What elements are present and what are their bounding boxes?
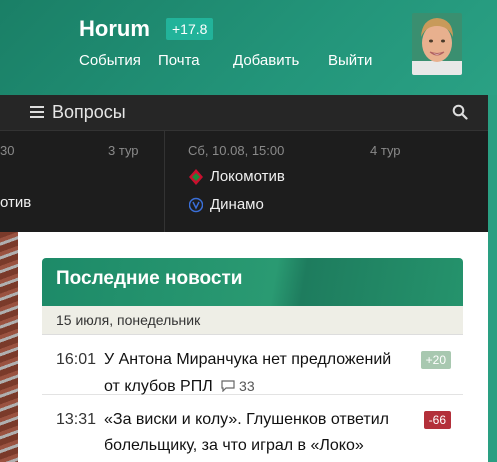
- page-edge: [488, 95, 497, 462]
- comments-count: 33: [239, 378, 255, 394]
- team-home-name: Локомотив: [210, 168, 285, 185]
- username[interactable]: Horum: [79, 16, 150, 42]
- avatar[interactable]: [412, 13, 462, 75]
- team-away-name: Динамо: [210, 196, 264, 213]
- rating-badge: +17.8: [166, 18, 214, 40]
- match-round: 4 тур: [370, 143, 401, 158]
- main-content: Последние новости 15 июля, понедельник 1…: [18, 232, 488, 462]
- match-date: Сб, 10.08, 15:00: [188, 143, 285, 158]
- news-time: 16:01: [56, 351, 97, 368]
- questions-title[interactable]: Вопросы: [52, 102, 126, 123]
- news-title[interactable]: «За виски и колу». Глушенков ответил бол…: [104, 407, 404, 459]
- news-title[interactable]: У Антона Миранчука нет предложений от кл…: [104, 347, 404, 400]
- stadium-photo: [0, 232, 18, 462]
- news-item[interactable]: 16:01 У Антона Миранчука нет предложений…: [42, 335, 463, 395]
- nav-add-link[interactable]: Добавить: [233, 52, 299, 69]
- news-score: -66: [423, 411, 451, 429]
- comment-icon: [221, 380, 235, 393]
- match-card[interactable]: Сб, 10.08, 15:00 4 тур Локомотив Динамо: [165, 131, 488, 232]
- news-card-title[interactable]: Последние новости: [42, 258, 463, 306]
- questions-bar: Вопросы: [0, 95, 488, 131]
- nav-logout-link[interactable]: Выйти: [328, 52, 372, 69]
- match-date: 30: [0, 143, 15, 158]
- team-name: отив: [0, 194, 32, 211]
- match-card[interactable]: 30 3 тур отив: [0, 131, 164, 232]
- match-round: 3 тур: [108, 143, 139, 158]
- news-card: Последние новости 15 июля, понедельник 1…: [42, 258, 463, 462]
- news-comments[interactable]: 33: [217, 378, 255, 394]
- lokomotiv-logo-icon: [189, 169, 203, 185]
- search-icon[interactable]: [452, 104, 468, 120]
- menu-icon[interactable]: [30, 106, 44, 118]
- nav-mail-link[interactable]: Почта: [158, 52, 200, 69]
- news-time: 13:31: [56, 411, 97, 428]
- news-score: +20: [420, 351, 451, 369]
- matches-panel: Вопросы 30 3 тур отив Сб, 10.08, 15:00 4…: [0, 95, 488, 232]
- dynamo-logo-icon: [189, 197, 203, 213]
- site-header: Horum +17.8 События Почта Добавить Выйти: [0, 0, 497, 95]
- news-date: 15 июля, понедельник: [42, 306, 463, 335]
- news-item[interactable]: 13:31 «За виски и колу». Глушенков ответ…: [42, 395, 463, 462]
- nav-events-link[interactable]: События: [79, 52, 141, 69]
